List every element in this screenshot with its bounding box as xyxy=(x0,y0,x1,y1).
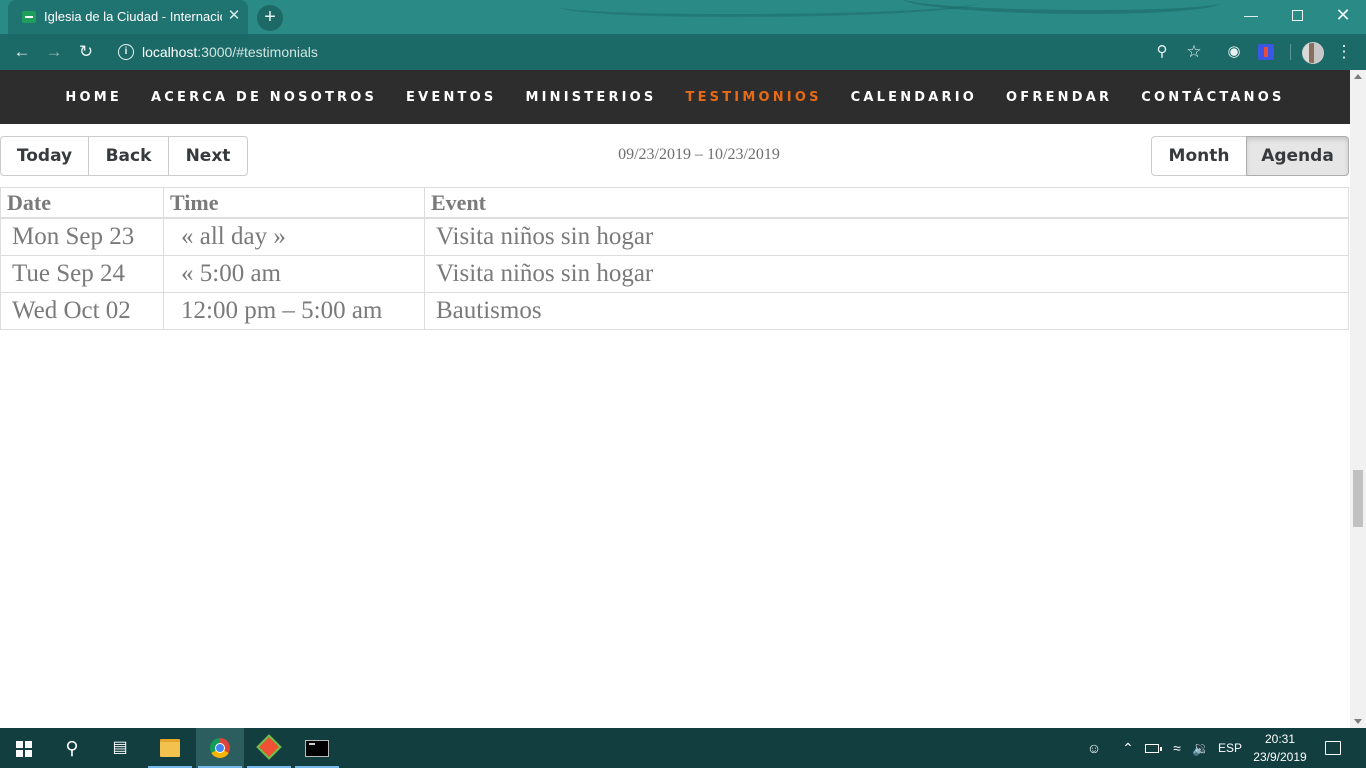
minimize-window-button[interactable]: — xyxy=(1228,0,1274,30)
agenda-event-cell[interactable]: Visita niños sin hogar xyxy=(424,217,1349,256)
browser-toolbar: ← → ↻ i localhost:3000/#testimonials ⚲ ☆… xyxy=(0,34,1366,70)
browser-titlebar: Iglesia de la Ciudad - Internacion ✕ + —… xyxy=(0,0,1366,34)
agenda-time-cell: « 5:00 am xyxy=(163,255,425,293)
nav-item-contáctanos[interactable]: CONTÁCTANOS xyxy=(1141,90,1284,105)
browser-menu-icon[interactable]: ⋮ xyxy=(1332,40,1356,64)
agenda-row: Tue Sep 24 « 5:00 am Visita niños sin ho… xyxy=(0,255,1349,293)
agenda-time-cell: « all day » xyxy=(163,217,425,256)
back-arrow-icon[interactable]: ← xyxy=(10,40,34,64)
task-view-icon[interactable]: ▤ xyxy=(96,728,144,768)
toolbar-divider xyxy=(1290,44,1291,60)
clock-time[interactable]: 20:31 xyxy=(1250,732,1310,746)
event-column-header: Event xyxy=(424,187,1349,219)
calendar-view-group: Month Agenda xyxy=(1151,136,1349,176)
next-button[interactable]: Next xyxy=(168,136,248,176)
input-language-indicator[interactable]: ESP xyxy=(1216,741,1244,755)
nav-item-eventos[interactable]: EVENTOS xyxy=(406,90,496,105)
agenda-row: Mon Sep 23 « all day » Visita niños sin … xyxy=(0,217,1349,256)
close-window-button[interactable]: ✕ xyxy=(1320,0,1366,30)
back-button[interactable]: Back xyxy=(88,136,169,176)
agenda-date-cell: Tue Sep 24 xyxy=(0,255,164,293)
nav-item-ofrendar[interactable]: OFRENDAR xyxy=(1006,90,1112,105)
agenda-time-cell: 12:00 pm – 5:00 am xyxy=(163,292,425,330)
site-favicon-icon xyxy=(22,11,36,23)
address-bar[interactable]: i localhost:3000/#testimonials xyxy=(108,37,1208,67)
nav-item-testimonios[interactable]: TESTIMONIOS xyxy=(686,90,822,105)
page-scrollbar[interactable] xyxy=(1350,70,1366,728)
terminal-icon xyxy=(305,740,329,757)
new-tab-button[interactable]: + xyxy=(257,5,283,31)
forward-arrow-icon[interactable]: → xyxy=(42,40,66,64)
windows-logo-icon xyxy=(16,741,32,757)
nav-item-calendario[interactable]: CALENDARIO xyxy=(851,90,977,105)
agenda-table: Date Time Event Mon Sep 23 « all day » V… xyxy=(0,187,1349,330)
git-taskbar-button[interactable] xyxy=(245,728,293,768)
notifications-icon[interactable] xyxy=(1322,728,1344,768)
show-hidden-icons-chevron-icon[interactable]: ⌃ xyxy=(1118,728,1138,768)
restore-window-button[interactable] xyxy=(1274,0,1320,30)
extension-badge-icon[interactable] xyxy=(1258,44,1274,60)
reload-icon[interactable]: ↻ xyxy=(74,40,98,64)
site-info-icon[interactable]: i xyxy=(118,44,134,60)
agenda-event-cell[interactable]: Visita niños sin hogar xyxy=(424,255,1349,293)
git-icon xyxy=(256,734,282,760)
chrome-taskbar-button[interactable] xyxy=(196,728,244,768)
agenda-header-row: Date Time Event xyxy=(0,187,1349,219)
bookmark-star-icon[interactable]: ☆ xyxy=(1182,40,1206,64)
url-text[interactable]: localhost:3000/#testimonials xyxy=(142,44,318,60)
calendar-navigation-group: Today Back Next xyxy=(0,136,248,176)
windows-taskbar: ⚲ ▤ ☺ ⌃ ≈ 🔉 ESP 20:31 23/9/2019 xyxy=(0,728,1366,768)
terminal-taskbar-button[interactable] xyxy=(293,728,341,768)
theme-decoration xyxy=(900,0,1220,14)
file-explorer-button[interactable] xyxy=(146,728,194,768)
zoom-icon[interactable]: ⚲ xyxy=(1150,40,1174,64)
scroll-up-icon[interactable] xyxy=(1354,74,1362,79)
nav-menu: HOME ACERCA DE NOSOTROS EVENTOS MINISTERIOS… xyxy=(0,70,1350,124)
today-button[interactable]: Today xyxy=(0,136,89,176)
url-path: :3000/#testimonials xyxy=(197,44,318,60)
browser-tab[interactable]: Iglesia de la Ciudad - Internacion ✕ xyxy=(8,0,248,34)
date-column-header: Date xyxy=(0,187,164,219)
extension-icon[interactable]: ◉ xyxy=(1222,40,1246,64)
month-view-button[interactable]: Month xyxy=(1151,136,1247,176)
chrome-icon xyxy=(210,738,230,758)
nav-item-ministerios[interactable]: MINISTERIOS xyxy=(525,90,656,105)
agenda-date-cell: Mon Sep 23 xyxy=(0,217,164,256)
site-navbar: HOME ACERCA DE NOSOTROS EVENTOS MINISTERIOS… xyxy=(0,70,1350,124)
clock-date[interactable]: 23/9/2019 xyxy=(1250,750,1310,764)
nav-item-home[interactable]: HOME xyxy=(65,90,122,105)
search-icon[interactable]: ⚲ xyxy=(48,728,96,768)
tab-close-icon[interactable]: ✕ xyxy=(226,7,242,25)
agenda-view-button[interactable]: Agenda xyxy=(1246,136,1349,176)
volume-icon[interactable]: 🔉 xyxy=(1190,728,1212,768)
folder-icon xyxy=(160,739,180,757)
date-range-label: 09/23/2019 – 10/23/2019 xyxy=(618,146,780,163)
agenda-row: Wed Oct 02 12:00 pm – 5:00 am Bautismos xyxy=(0,292,1349,330)
scroll-down-icon[interactable] xyxy=(1354,719,1362,724)
battery-icon[interactable] xyxy=(1142,728,1162,768)
agenda-date-cell: Wed Oct 02 xyxy=(0,292,164,330)
nav-item-acerca-de-nosotros[interactable]: ACERCA DE NOSOTROS xyxy=(151,90,377,105)
agenda-event-cell[interactable]: Bautismos xyxy=(424,292,1349,330)
start-button[interactable] xyxy=(0,728,48,768)
url-host: localhost xyxy=(142,44,198,60)
scrollbar-thumb[interactable] xyxy=(1353,470,1363,527)
profile-avatar[interactable] xyxy=(1302,42,1324,64)
people-icon[interactable]: ☺ xyxy=(1082,728,1106,768)
time-column-header: Time xyxy=(163,187,425,219)
wifi-icon[interactable]: ≈ xyxy=(1166,728,1188,768)
tab-title: Iglesia de la Ciudad - Internacion xyxy=(44,9,222,24)
